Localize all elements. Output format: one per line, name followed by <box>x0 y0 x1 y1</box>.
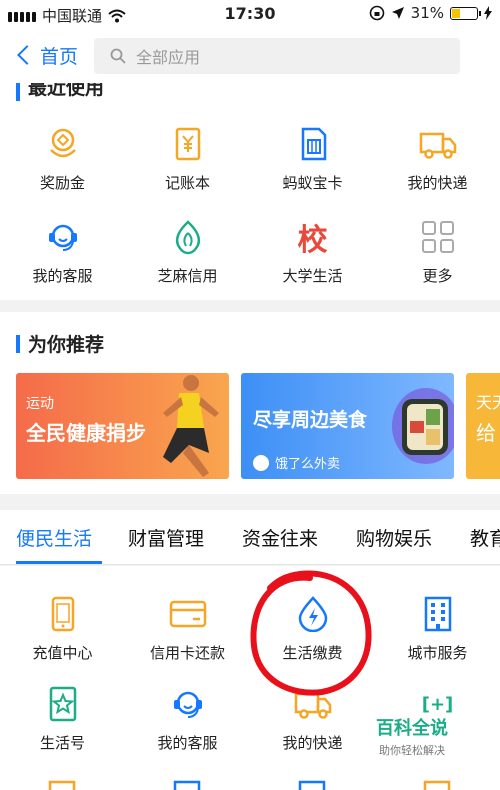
category-tabs: 便民生活 财富管理 资金往来 购物娱乐 教育 <box>0 510 500 565</box>
banner-title: 尽享周边美食 <box>253 409 368 431</box>
battery-percent: 31% <box>410 4 444 22</box>
item-label: 更多 <box>422 267 453 285</box>
recommend-title: 为你推荐 <box>28 334 105 356</box>
service-item-city[interactable]: 城市服务 <box>375 594 500 663</box>
recent-item-college[interactable]: 校 大学生活 <box>250 217 375 286</box>
annotation-circle <box>250 570 372 696</box>
reward-icon <box>43 124 83 164</box>
add-glyph: [+] <box>421 693 454 715</box>
rotation-lock-icon <box>369 5 384 21</box>
recent-title: 最近使用 <box>28 83 105 99</box>
title-accent-bar <box>16 334 20 353</box>
tab-shopping[interactable]: 购物娱乐 <box>356 524 432 551</box>
banner-food-delivery[interactable]: 尽享周边美食 饿了么外卖 <box>241 373 454 479</box>
banner-tag: 运动 <box>26 396 54 412</box>
battery-icon <box>450 6 481 20</box>
service-item-credit-card[interactable]: 信用卡还款 <box>125 594 250 663</box>
recent-item-antcard[interactable]: 蚂蚁宝卡 <box>250 124 375 193</box>
charging-icon <box>484 6 492 20</box>
life-account-icon <box>43 684 83 724</box>
sim-card-icon <box>293 124 333 164</box>
sesame-icon <box>168 217 208 257</box>
search-placeholder: 全部应用 <box>136 48 201 67</box>
recent-item-express[interactable]: 我的快递 <box>375 124 500 193</box>
tab-wealth[interactable]: 财富管理 <box>128 524 204 551</box>
item-label: 我的快递 <box>407 174 468 192</box>
school-icon: 校 <box>293 217 333 258</box>
banner-sub: 饿了么外卖 <box>275 457 341 472</box>
recent-item-more[interactable]: 更多 <box>375 217 500 286</box>
item-label: 我的客服 <box>32 267 93 285</box>
nav-bar: 首页 全部应用 <box>0 28 500 84</box>
item-label: 生活号 <box>39 734 85 752</box>
status-right: 31% <box>369 4 492 22</box>
recent-section: 最近使用 奖励金 记账本 蚂蚁宝卡 我的快递 我的客服 芝麻信用 校 大学生活 … <box>0 83 500 300</box>
tab-active-indicator <box>16 561 102 564</box>
watermark-title: 百科全说 <box>376 718 448 739</box>
item-label: 芝麻信用 <box>157 267 218 285</box>
watermark-logo: 百科全说 助你轻松解决 <box>364 714 460 758</box>
search-icon <box>110 48 126 64</box>
watermark-subtitle: 助你轻松解决 <box>379 744 445 757</box>
recent-item-reward[interactable]: 奖励金 <box>0 124 125 193</box>
back-label: 首页 <box>40 45 79 68</box>
item-label: 大学生活 <box>282 267 343 285</box>
city-building-icon <box>418 594 458 634</box>
item-label: 我的快递 <box>282 734 343 752</box>
eleme-badge: 饿了么外卖 <box>253 453 340 472</box>
headset-icon <box>168 684 208 724</box>
item-label: 信用卡还款 <box>149 644 225 662</box>
title-accent-bar <box>16 83 20 101</box>
more-grid-icon <box>418 217 458 257</box>
chevron-left-icon <box>17 45 37 65</box>
food-bowl-illustration <box>392 388 454 464</box>
recent-item-sesame[interactable]: 芝麻信用 <box>125 217 250 286</box>
school-glyph: 校 <box>297 223 328 258</box>
banner-sub: 给 <box>476 421 496 445</box>
banner-partial[interactable]: 天天 给 <box>466 373 500 479</box>
recent-item-service[interactable]: 我的客服 <box>0 217 125 286</box>
headset-icon <box>43 217 83 257</box>
section-title-recent: 最近使用 <box>16 83 104 101</box>
status-bar: 中国联通 17:30 31% <box>0 0 500 28</box>
truck-icon <box>418 124 458 164</box>
eleme-logo-icon <box>253 454 269 471</box>
item-label: 我的客服 <box>157 734 218 752</box>
partial-row-icons <box>48 780 451 790</box>
service-item-life-account[interactable]: 生活号 <box>0 684 125 753</box>
item-label: 记账本 <box>164 174 210 192</box>
banner-title: 全民健康捐步 <box>26 421 146 445</box>
service-item-customer-service[interactable]: 我的客服 <box>125 684 250 753</box>
back-button[interactable]: 首页 <box>14 40 78 70</box>
item-label: 充值中心 <box>32 644 93 662</box>
item-label: 城市服务 <box>407 644 468 662</box>
recent-item-ledger[interactable]: 记账本 <box>125 124 250 193</box>
tab-funds[interactable]: 资金往来 <box>242 524 318 551</box>
tab-life[interactable]: 便民生活 <box>16 524 92 551</box>
item-label: 蚂蚁宝卡 <box>282 174 343 192</box>
section-title-recommend: 为你推荐 <box>16 330 104 357</box>
banner-title: 天天 <box>476 393 500 412</box>
ledger-icon <box>168 124 208 164</box>
banner-walk-donation[interactable]: 运动 全民健康捐步 <box>16 373 229 479</box>
tab-education[interactable]: 教育 <box>470 524 500 551</box>
search-input[interactable]: 全部应用 <box>94 38 460 74</box>
location-arrow-icon <box>391 7 404 19</box>
runner-illustration <box>163 375 219 477</box>
service-item-recharge[interactable]: 充值中心 <box>0 594 125 663</box>
credit-card-icon <box>168 594 208 634</box>
item-label: 奖励金 <box>39 174 85 192</box>
phone-recharge-icon <box>43 594 83 634</box>
